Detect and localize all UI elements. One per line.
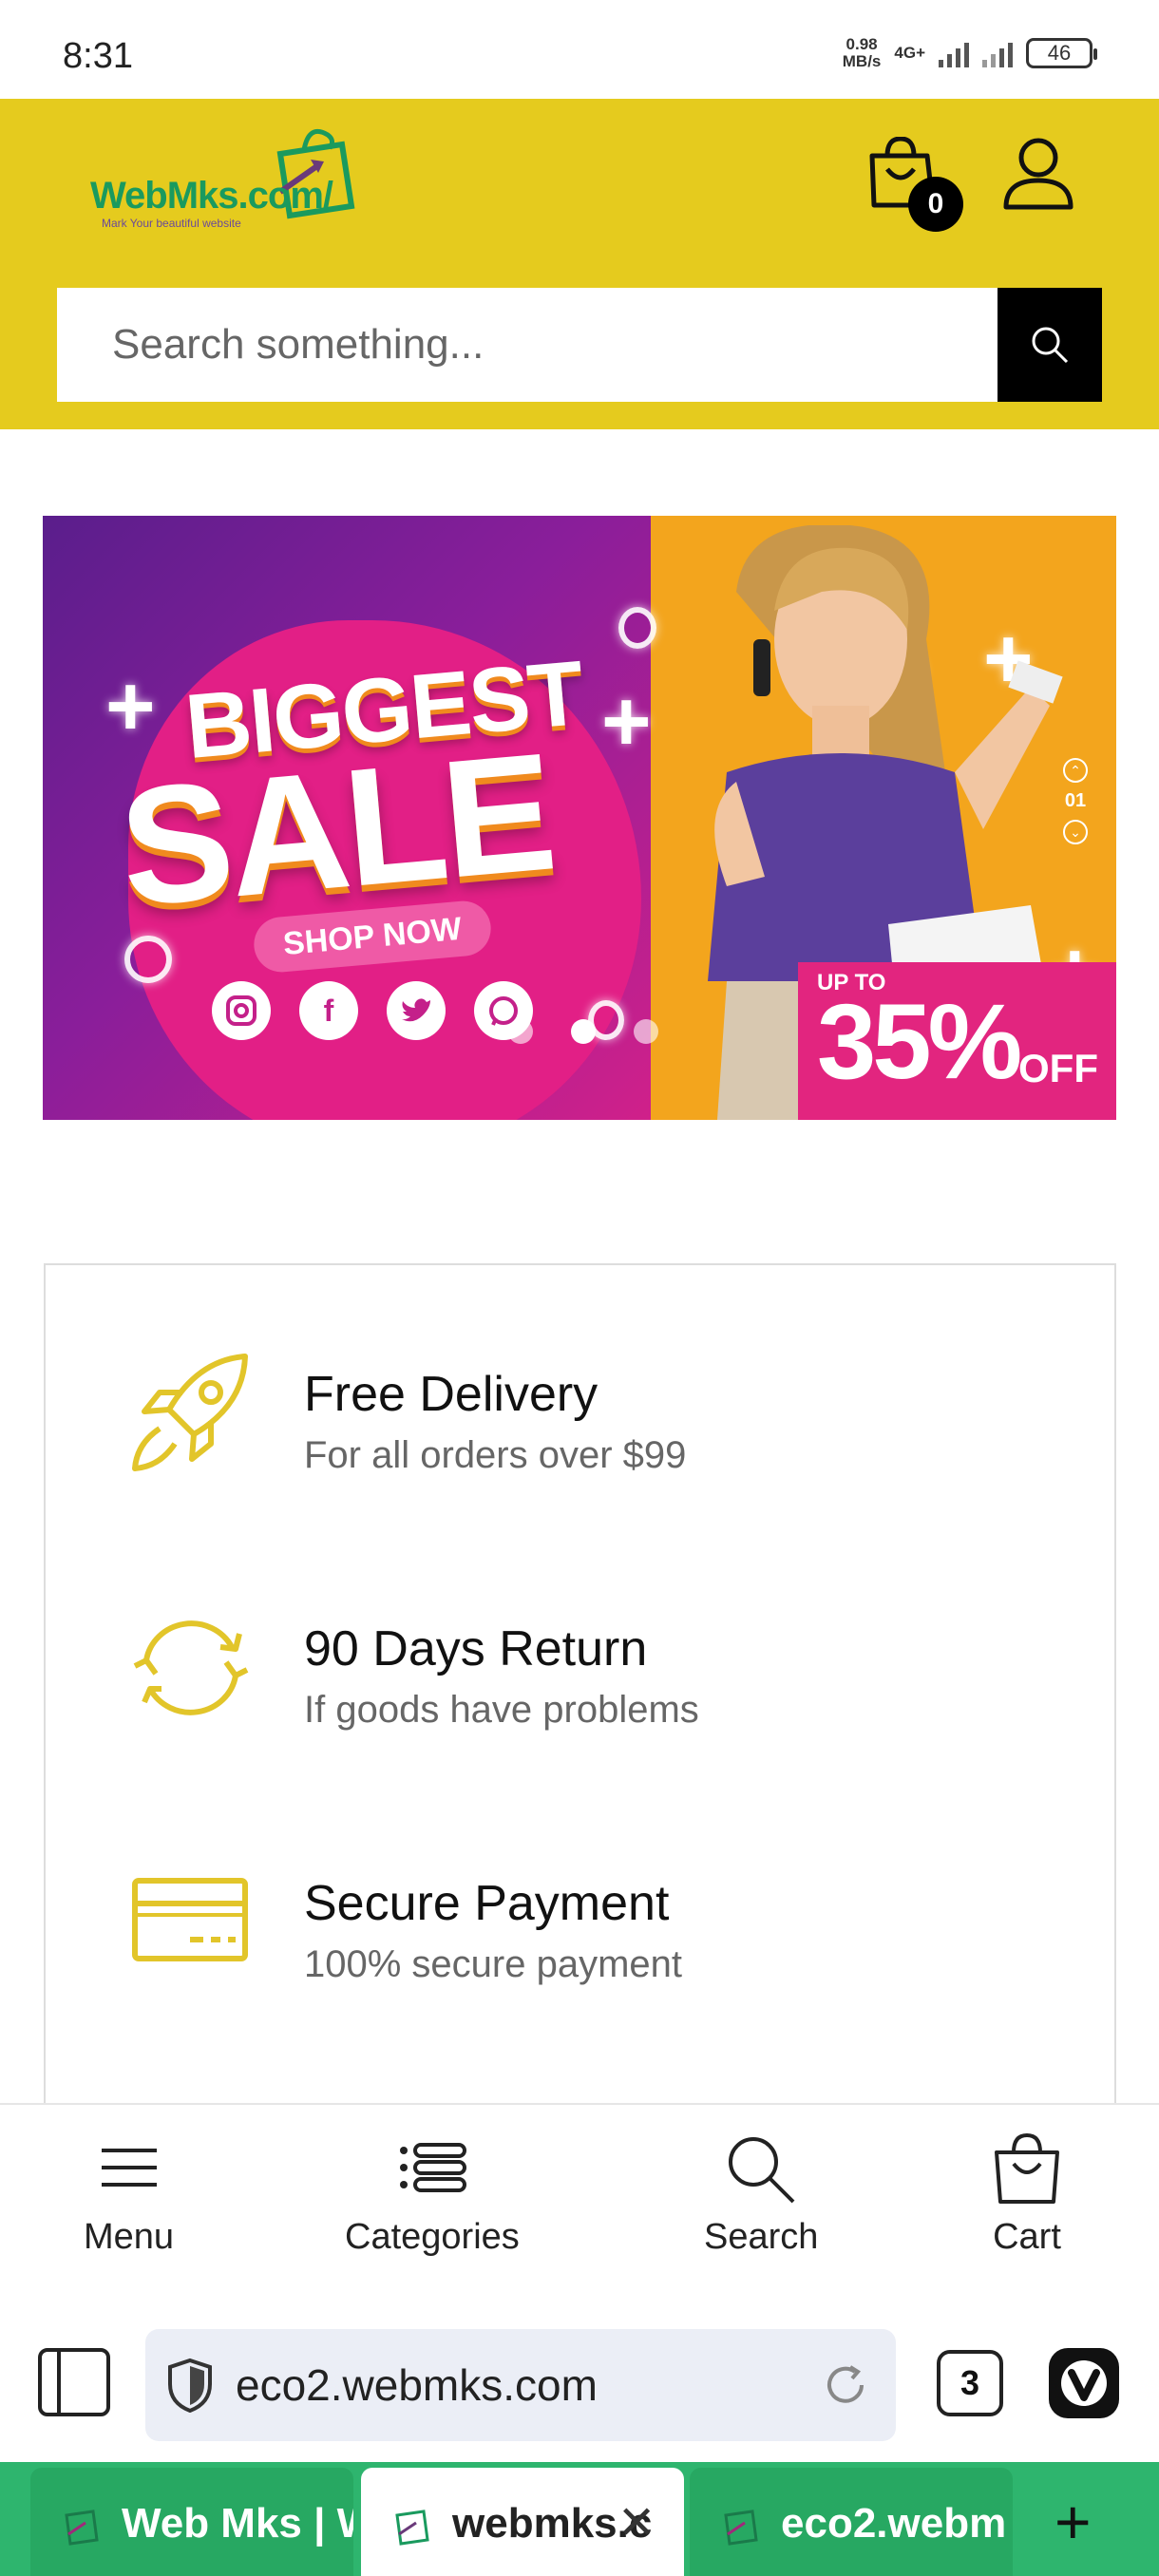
tab-label: eco2.webm <box>781 2500 1007 2547</box>
search-icon <box>1032 327 1069 364</box>
feature-title: Free Delivery <box>304 1367 598 1422</box>
facebook-icon[interactable]: f <box>299 981 358 1040</box>
network-speed: 0.98 MB/s <box>842 35 882 70</box>
browser-tab[interactable]: Web Mks | W <box>30 2468 353 2576</box>
feature-90-days-return: 90 Days Return If goods have problems <box>46 1607 1114 1769</box>
nav-label: Search <box>704 2217 819 2257</box>
vivaldi-menu-icon[interactable] <box>1049 2348 1119 2418</box>
signal-icon-2 <box>982 39 1013 67</box>
feature-subtitle: For all orders over $99 <box>304 1434 687 1476</box>
browser-tab-active[interactable]: webmks.c ✕ <box>361 2468 684 2576</box>
slide-number: 01 <box>1064 790 1087 811</box>
network-type: 4G+ <box>894 44 925 62</box>
promo-off: OFF <box>1018 1046 1098 1090</box>
banner-title-sale: SALE <box>113 718 560 942</box>
browser-toolbar: eco2.webmks.com 3 <box>0 2310 1159 2462</box>
signal-icon <box>939 39 969 67</box>
browser-tab-strip: Web Mks | W webmks.c ✕ eco2.webm + <box>0 2462 1159 2576</box>
bag-icon <box>995 2133 1059 2204</box>
ring-decoration <box>618 607 656 649</box>
logo-text: WebMks.com/ <box>90 175 333 217</box>
social-icons: f <box>212 981 533 1040</box>
carousel-dots <box>508 1019 658 1044</box>
twitter-icon[interactable] <box>387 981 446 1040</box>
feature-free-delivery: Free Delivery For all orders over $99 <box>46 1353 1114 1514</box>
promo-badge: UP TO 35% OFF <box>798 962 1116 1120</box>
feature-title: 90 Days Return <box>304 1621 648 1676</box>
header-cart-button[interactable]: 0 <box>866 136 971 241</box>
browser-tab[interactable]: eco2.webm <box>690 2468 1013 2576</box>
panel-toggle-icon[interactable] <box>38 2348 110 2416</box>
rocket-icon <box>132 1354 248 1471</box>
nav-label: Categories <box>345 2217 520 2257</box>
site-header: WebMks.com/ Mark Your beautiful website … <box>0 99 1159 429</box>
close-tab-icon[interactable]: ✕ <box>618 2496 656 2549</box>
logo-tagline: Mark Your beautiful website <box>102 217 241 230</box>
features-box: Free Delivery For all orders over $99 90… <box>44 1263 1116 2118</box>
refresh-icon <box>133 1620 249 1715</box>
status-bar: 8:31 0.98 MB/s 4G+ 46 <box>0 0 1159 99</box>
carousel-dot[interactable] <box>508 1019 533 1044</box>
battery-icon: 46 <box>1026 38 1097 68</box>
favicon-icon <box>65 2510 99 2546</box>
search-bar <box>57 288 1102 402</box>
promo-percent: 35% <box>817 982 1022 1101</box>
url-text: eco2.webmks.com <box>236 2360 598 2410</box>
list-icon <box>399 2143 466 2192</box>
nav-label: Cart <box>993 2217 1061 2257</box>
slide-prev-icon[interactable]: ⌃ <box>1063 758 1088 783</box>
favicon-icon <box>724 2510 758 2546</box>
search-submit-button[interactable] <box>998 288 1102 402</box>
search-icon <box>729 2137 795 2204</box>
account-button[interactable] <box>1001 137 1077 213</box>
nav-menu[interactable]: Menu <box>84 2133 174 2258</box>
nav-search[interactable]: Search <box>704 2133 818 2258</box>
status-icons: 0.98 MB/s 4G+ 46 <box>842 35 1097 70</box>
address-bar[interactable]: eco2.webmks.com <box>145 2329 896 2441</box>
tab-label: Web Mks | W <box>122 2500 353 2547</box>
feature-subtitle: If goods have problems <box>304 1689 699 1731</box>
cart-count-badge: 0 <box>908 177 963 232</box>
search-input[interactable] <box>57 288 998 402</box>
reload-icon[interactable] <box>822 2361 869 2409</box>
plus-decoration: + <box>105 659 156 754</box>
slide-next-icon[interactable]: ⌄ <box>1063 820 1088 844</box>
logo[interactable]: WebMks.com/ Mark Your beautiful website <box>90 116 356 249</box>
tab-switcher-button[interactable]: 3 <box>937 2350 1003 2416</box>
plus-decoration: + <box>601 674 652 769</box>
carousel-dot[interactable] <box>634 1019 658 1044</box>
hero-banner[interactable]: + + + + BIGGEST SALE SHOP NOW f UP TO 35… <box>43 516 1116 1120</box>
shield-icon[interactable] <box>166 2358 214 2413</box>
hamburger-icon <box>101 2149 157 2187</box>
nav-label: Menu <box>84 2217 175 2257</box>
status-time: 8:31 <box>63 36 133 76</box>
credit-card-icon <box>132 1878 248 1961</box>
nav-categories[interactable]: Categories <box>345 2133 520 2258</box>
feature-secure-payment: Secure Payment 100% secure payment <box>46 1862 1114 2023</box>
favicon-icon <box>395 2510 429 2546</box>
nav-cart[interactable]: Cart <box>993 2133 1061 2258</box>
slide-navigation: ⌃ 01 ⌄ <box>1061 758 1090 900</box>
feature-title: Secure Payment <box>304 1876 670 1931</box>
new-tab-icon[interactable]: + <box>1054 2491 1092 2553</box>
bottom-navigation: Menu Categories Search Cart <box>0 2103 1159 2310</box>
carousel-dot-active[interactable] <box>571 1019 596 1044</box>
instagram-icon[interactable] <box>212 981 271 1040</box>
user-icon <box>1003 138 1074 210</box>
feature-subtitle: 100% secure payment <box>304 1943 683 1985</box>
